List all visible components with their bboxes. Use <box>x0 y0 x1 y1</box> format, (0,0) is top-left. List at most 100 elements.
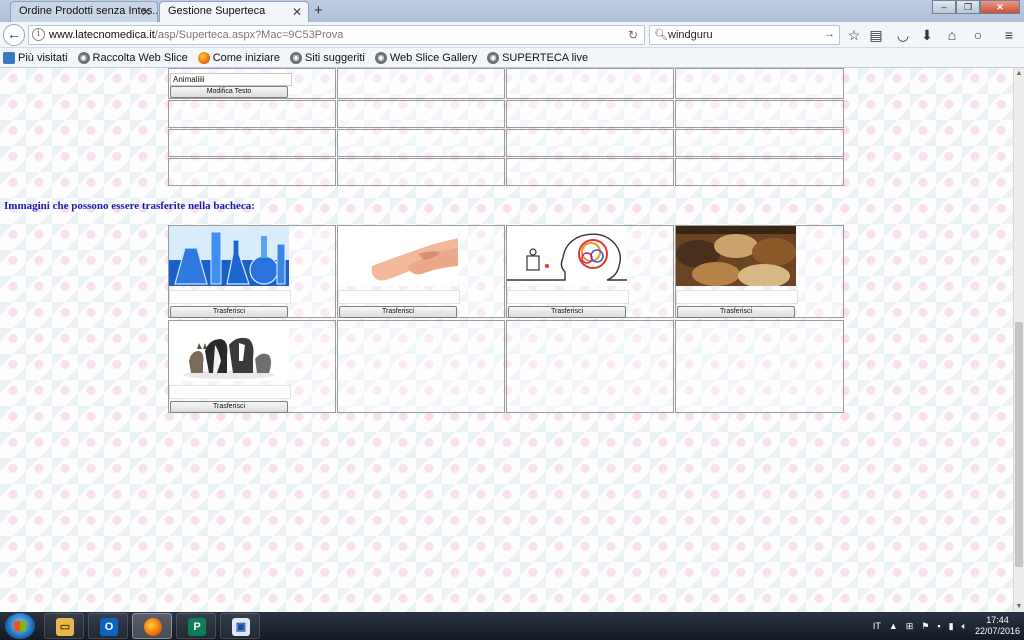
legs-image <box>338 226 458 286</box>
image-cell: Trasferisci <box>506 225 674 318</box>
grid-cell <box>337 68 505 99</box>
close-tab-icon[interactable]: ✕ <box>292 5 302 19</box>
device-icon[interactable]: ▪ <box>937 621 940 631</box>
folder-icon: ▭ <box>56 618 74 636</box>
reading-list-icon[interactable]: ▤ <box>868 27 884 43</box>
image-caption-field <box>338 290 460 304</box>
trasferisci-button[interactable]: Trasferisci <box>508 306 626 318</box>
bookmark-label: Raccolta Web Slice <box>92 51 188 64</box>
address-bar[interactable]: i www.latecnomedica.it/asp/Superteca.asp… <box>28 25 645 45</box>
info-icon[interactable]: i <box>32 28 45 41</box>
grid-cell <box>168 158 336 186</box>
chat-icon[interactable]: ○ <box>970 27 986 43</box>
image-cell <box>506 320 674 413</box>
reload-icon[interactable]: ↻ <box>628 28 638 42</box>
close-window-icon[interactable]: ✕ <box>980 0 1020 14</box>
grid-cell <box>506 100 674 128</box>
network-signal-icon[interactable]: ▮ <box>949 621 954 632</box>
trasferisci-button[interactable]: Trasferisci <box>170 401 288 413</box>
image-cell: Trasferisci <box>168 320 336 413</box>
bookmark-star-icon[interactable]: ☆ <box>846 27 862 43</box>
section-heading: Immagini che possono essere trasferite n… <box>4 200 255 212</box>
image-cell: Trasferisci <box>337 225 505 318</box>
clock-date: 22/07/2016 <box>974 626 1020 636</box>
screen-app-icon: ▣ <box>232 618 250 636</box>
page-scrollbar[interactable]: ▲ ▼ <box>1013 68 1024 612</box>
bookmark-raccolta-web-slice[interactable]: ◉ Raccolta Web Slice <box>77 51 188 64</box>
bookmark-label: Siti suggeriti <box>304 51 365 64</box>
clock-time: 17:44 <box>986 615 1009 625</box>
grid-cell <box>675 129 844 157</box>
page-content: Modifica Testo Immagini che possono esse… <box>0 68 1013 612</box>
bookmark-siti-suggeriti[interactable]: ◉ Siti suggeriti <box>289 51 365 64</box>
cats-and-dogs-image <box>169 321 289 381</box>
bookmark-web-slice-gallery[interactable]: ◉ Web Slice Gallery <box>374 51 478 64</box>
tab-strip: Ordine Prodotti senza Intes... ✕ Gestion… <box>0 0 1024 22</box>
url-text[interactable]: www.latecnomedica.it/asp/Superteca.aspx?… <box>49 29 343 41</box>
web-slice-icon: ◉ <box>77 51 90 64</box>
scrollbar-thumb[interactable] <box>1015 322 1023 567</box>
publisher-icon: P <box>188 618 206 636</box>
board-text-field[interactable] <box>170 73 292 86</box>
back-arrow-icon[interactable]: ← <box>3 24 25 46</box>
trasferisci-button[interactable]: Trasferisci <box>170 306 288 318</box>
action-center-flag-icon[interactable]: ⚑ <box>921 621 929 632</box>
volume-icon[interactable]: 🔈︎ <box>962 621 967 632</box>
modifica-testo-button[interactable]: Modifica Testo <box>170 86 288 98</box>
grid-cell <box>675 158 844 186</box>
tab-title: Ordine Prodotti senza Intes... <box>19 5 158 17</box>
bookmark-label: Web Slice Gallery <box>389 51 478 64</box>
search-go-arrow-icon[interactable]: → <box>824 28 835 40</box>
firefox-icon <box>197 51 210 64</box>
outlook-icon: O <box>100 618 118 636</box>
clock[interactable]: 17:44 22/07/2016 <box>975 615 1020 637</box>
home-icon[interactable]: ⌂ <box>944 27 960 43</box>
url-host: www.latecnomedica.it <box>49 29 155 41</box>
grid-cell <box>506 158 674 186</box>
search-input[interactable] <box>668 29 818 41</box>
show-hidden-icons-icon[interactable]: ▲ <box>889 621 898 631</box>
system-tray: IT ▲ ⊞ ⚑ ▪ ▮ 🔈︎ 17:44 22/07/2016 <box>873 612 1020 640</box>
windows-taskbar: ▭ O P ▣ IT ▲ ⊞ ⚑ ▪ ▮ 🔈︎ 17:44 22/07/2016 <box>0 612 1024 640</box>
bookmark-superteca-live[interactable]: ◉ SUPERTECA live <box>487 51 589 64</box>
start-button[interactable] <box>5 613 35 639</box>
tab-gestione-superteca[interactable]: Gestione Superteca ✕ <box>159 1 309 22</box>
taskbar-publisher[interactable]: P <box>176 613 216 639</box>
taskbar-firefox[interactable] <box>132 613 172 639</box>
scroll-down-arrow-icon[interactable]: ▼ <box>1014 603 1024 610</box>
bookmark-piu-visitati[interactable]: Più visitati <box>3 51 68 64</box>
brain-drawing-image <box>507 226 627 286</box>
lab-glassware-image <box>169 226 289 286</box>
grid-cell: Modifica Testo <box>168 68 336 99</box>
taskbar-explorer[interactable]: ▭ <box>44 613 84 639</box>
trasferisci-button[interactable]: Trasferisci <box>677 306 795 318</box>
web-slice-icon: ◉ <box>487 51 500 64</box>
bookmark-label: Più visitati <box>18 51 68 64</box>
tab-ordine-prodotti[interactable]: Ordine Prodotti senza Intes... ✕ <box>10 1 158 22</box>
image-caption-field <box>507 290 629 304</box>
image-cell: Trasferisci <box>168 225 336 318</box>
bookmarks-folder-icon <box>3 51 15 64</box>
new-tab-icon[interactable]: + <box>314 2 323 19</box>
taskbar-app[interactable]: ▣ <box>220 613 260 639</box>
grid-cell <box>506 68 674 99</box>
trasferisci-button[interactable]: Trasferisci <box>339 306 457 318</box>
grid-cell <box>168 129 336 157</box>
grid-cell <box>506 129 674 157</box>
menu-hamburger-icon[interactable]: ≡ <box>1001 27 1017 43</box>
maximize-icon[interactable]: ❐ <box>956 0 980 14</box>
windows-flag-tray-icon[interactable]: ⊞ <box>906 621 914 632</box>
search-icon: 🔍︎ <box>654 29 668 41</box>
minimize-icon[interactable]: – <box>932 0 956 14</box>
search-bar[interactable]: 🔍︎ → <box>649 25 840 45</box>
bookmark-label: SUPERTECA live <box>502 51 589 64</box>
language-indicator[interactable]: IT <box>873 621 881 631</box>
pocket-icon[interactable]: ◡ <box>895 27 911 43</box>
close-tab-icon[interactable]: ✕ <box>141 5 151 19</box>
bookmark-come-iniziare[interactable]: Come iniziare <box>197 51 280 64</box>
url-path: /asp/Superteca.aspx?Mac=9C53Prova <box>154 29 344 41</box>
scroll-up-arrow-icon[interactable]: ▲ <box>1014 70 1024 77</box>
downloads-icon[interactable]: ⬇ <box>919 27 935 43</box>
image-caption-field <box>169 385 291 399</box>
taskbar-outlook[interactable]: O <box>88 613 128 639</box>
